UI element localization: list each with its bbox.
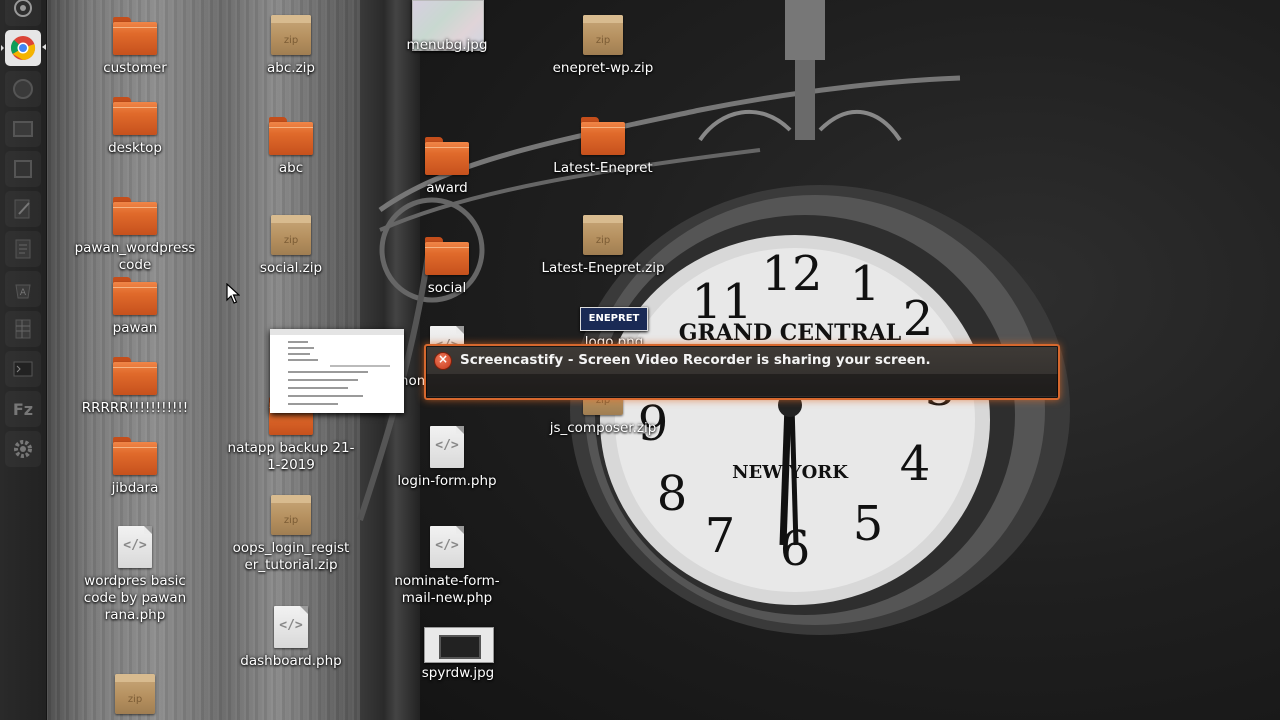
desktop-icon-social[interactable]: social: [382, 233, 512, 297]
desktop-icon-pawan[interactable]: pawan: [70, 273, 200, 337]
desktop-icon-award[interactable]: award: [382, 133, 512, 197]
zip-archive-icon: zip: [267, 493, 315, 537]
desktop-icon-label: pawan_wordpress code: [74, 240, 196, 273]
zip-archive-icon: zip: [267, 213, 315, 257]
php-file-icon: </>: [267, 606, 315, 650]
document-icon[interactable]: [5, 231, 41, 267]
svg-text:4: 4: [900, 436, 931, 492]
spreadsheet-icon[interactable]: [5, 311, 41, 347]
svg-text:1: 1: [850, 256, 881, 312]
desktop-icon-pawan-wordpress-code[interactable]: pawan_wordpress code: [70, 193, 200, 274]
desktop-icon-label: menubg.jpg: [406, 37, 488, 53]
folder-icon: [579, 113, 627, 157]
window-preview-thumbnail[interactable]: [270, 329, 404, 413]
svg-text:5: 5: [853, 496, 884, 552]
folder-icon: [111, 273, 159, 317]
desktop-icon-label: natapp backup 21-1-2019: [227, 440, 355, 473]
svg-text:8: 8: [657, 466, 688, 522]
desktop-icon-latest-enepret-zip[interactable]: zip Latest-Enepret.zip: [538, 213, 668, 277]
svg-text:7: 7: [705, 508, 736, 564]
folder-icon: [111, 433, 159, 477]
desktop-icon-label: dashboard.php: [240, 653, 342, 669]
desktop-icon-rrrrr[interactable]: RRRRR!!!!!!!!!!!: [70, 353, 200, 417]
desktop-icon-label: js_composer.zip: [549, 420, 657, 436]
desktop-icon-label: Latest-Enepret: [553, 160, 653, 176]
folder-icon: [423, 233, 471, 277]
dash-home-icon[interactable]: [5, 0, 41, 26]
folder-icon: [111, 93, 159, 137]
desktop-icon-zip-bottom[interactable]: zip: [70, 672, 200, 716]
desktop-icon-label: abc: [278, 160, 304, 176]
desktop-icon-label: customer: [103, 60, 167, 76]
image-thumbnail-spyrdw: [424, 627, 494, 663]
notification-message: Screencastify - Screen Video Recorder is…: [460, 352, 931, 368]
php-file-icon: </>: [111, 526, 159, 570]
zip-archive-icon: zip: [579, 13, 627, 57]
zip-archive-icon: zip: [111, 672, 159, 716]
desktop-icon-label: abc.zip: [267, 60, 315, 76]
folder-icon: [111, 13, 159, 57]
svg-text:2: 2: [903, 291, 934, 347]
filezilla-icon[interactable]: Fz: [5, 391, 41, 427]
desktop-icon-label: wordpres basic code by pawan rana.php: [83, 573, 187, 623]
desktop-icon-login-form-php[interactable]: </> login-form.php: [382, 426, 512, 490]
svg-text:Fz: Fz: [13, 400, 33, 419]
desktop-icon-label: login-form.php: [397, 473, 497, 489]
desktop-icon-wordpres-basic-code[interactable]: </> wordpres basic code by pawan rana.ph…: [70, 526, 200, 624]
terminal-icon[interactable]: [5, 351, 41, 387]
desktop-icon-customer[interactable]: customer: [70, 13, 200, 77]
desktop-icon-nominate-form-mail-new[interactable]: </> nominate-form-mail-new.php: [382, 526, 512, 607]
desktop-icon-spyrdw[interactable]: spyrdw.jpg: [393, 662, 523, 682]
desktop-icon-label: spyrdw.jpg: [421, 665, 495, 681]
folder-icon: [111, 193, 159, 237]
desktop-icon-enepret-wp-zip[interactable]: zip enepret-wp.zip: [538, 13, 668, 77]
desktop-icon-label: Latest-Enepret.zip: [541, 260, 665, 276]
desktop-icon-abc[interactable]: abc: [226, 113, 356, 177]
svg-text:GRAND CENTRAL: GRAND CENTRAL: [679, 320, 902, 346]
desktop-icon-label: enepret-wp.zip: [552, 60, 654, 76]
php-file-icon: </>: [423, 426, 471, 470]
desktop-icon-latest-enepret[interactable]: Latest-Enepret: [538, 113, 668, 177]
folder-icon: [267, 113, 315, 157]
desktop-icon-label: social.zip: [259, 260, 323, 276]
desktop-icon-jibdara[interactable]: jibdara: [70, 433, 200, 497]
desktop-icon-label: social: [427, 280, 467, 296]
desktop-icon-label: jibdara: [111, 480, 159, 496]
screen-sharing-notification: × Screencastify - Screen Video Recorder …: [424, 344, 1060, 400]
active-app-indicator: [42, 44, 46, 50]
desktop-icon-label: desktop: [108, 140, 162, 156]
svg-text:A: A: [20, 288, 27, 298]
text-editor-icon[interactable]: [5, 191, 41, 227]
chrome-browser-icon[interactable]: [5, 30, 41, 66]
notification-lower-band: [426, 374, 1058, 396]
zip-archive-icon: zip: [579, 213, 627, 257]
desktop-icon-label: nominate-form-mail-new.php: [394, 573, 500, 606]
folder-icon: [111, 353, 159, 397]
app-icon-1[interactable]: [5, 71, 41, 107]
mouse-pointer-icon: [226, 283, 240, 304]
svg-text:12: 12: [761, 246, 822, 302]
app-icon-2[interactable]: [5, 111, 41, 147]
desktop-icon-label: oops_login_register_tutorial.zip: [232, 540, 350, 573]
unity-launcher: A Fz: [0, 0, 47, 720]
php-file-icon: </>: [423, 526, 471, 570]
close-icon[interactable]: ×: [434, 352, 452, 370]
desktop-icon-abc-zip[interactable]: zip abc.zip: [226, 13, 356, 77]
desktop-icon-oops-login-zip[interactable]: zip oops_login_register_tutorial.zip: [226, 493, 356, 574]
folder-icon: [423, 133, 471, 177]
running-app-indicator: [1, 45, 4, 51]
desktop-icon-dashboard-php[interactable]: </> dashboard.php: [226, 606, 356, 670]
desktop-icon-social-zip[interactable]: zip social.zip: [226, 213, 356, 277]
desktop-icon-label: award: [426, 180, 468, 196]
svg-text:NEW YORK: NEW YORK: [732, 462, 849, 483]
desktop-icon-label: RRRRR!!!!!!!!!!!: [81, 400, 189, 416]
image-thumbnail-logo: ENEPRET: [580, 307, 648, 331]
zip-archive-icon: zip: [267, 13, 315, 57]
software-center-icon[interactable]: A: [5, 271, 41, 307]
desktop-icon-menubg[interactable]: menubg.jpg: [382, 34, 512, 54]
app-icon-3[interactable]: [5, 151, 41, 187]
settings-icon[interactable]: [5, 431, 41, 467]
desktop-icon-desktop[interactable]: desktop: [70, 93, 200, 157]
desktop-icon-label: pawan: [112, 320, 158, 336]
